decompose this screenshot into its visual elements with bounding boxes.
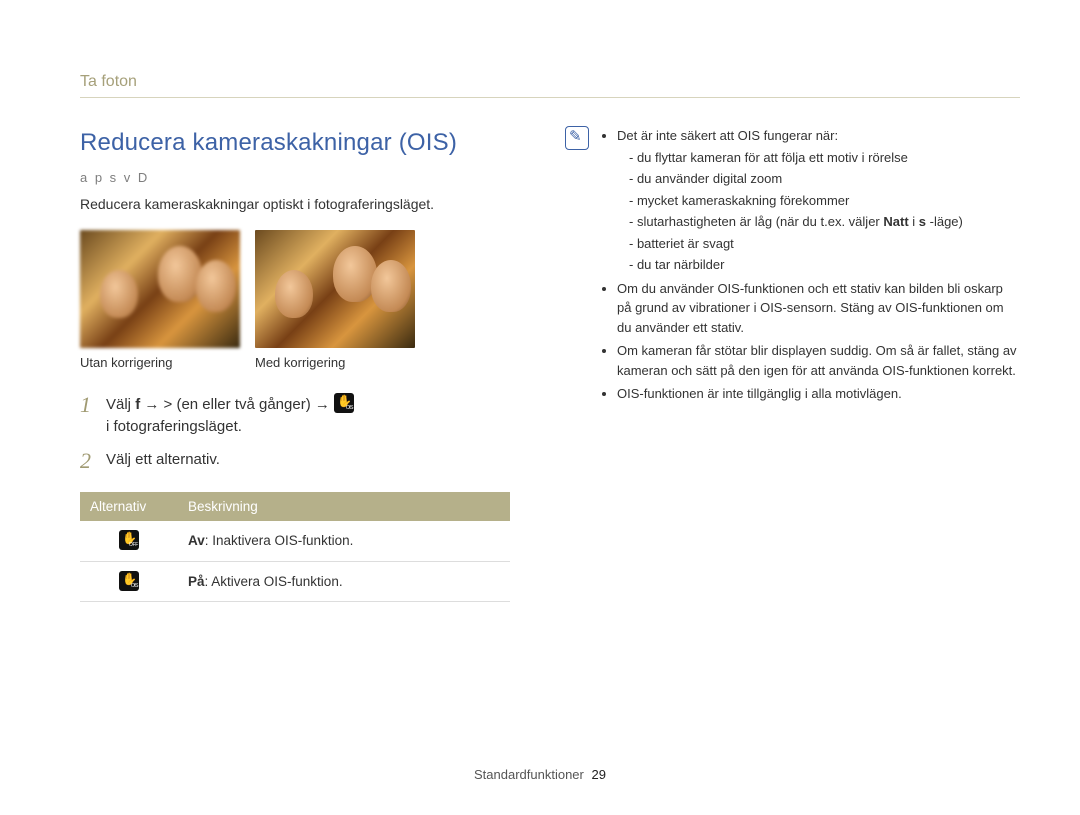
note-subitem: mycket kameraskakning förekommer [629,191,1020,211]
table-row: På: Aktivera OIS-funktion. [80,561,510,602]
note-item: Om kameran får stötar blir displayen sud… [617,341,1020,380]
example-image-with-correction [255,230,415,348]
note-subitem: du flyttar kameran för att följa ett mot… [629,148,1020,168]
table-row: Av: Inaktivera OIS-funktion. [80,521,510,561]
note-item: Om du använder OIS-funktionen och ett st… [617,279,1020,338]
note-item: OIS-funktionen är inte tillgänglig i all… [617,384,1020,404]
note-icon [565,126,589,150]
page-number: 29 [592,767,606,782]
intro-text: Reducera kameraskakningar optiskt i foto… [80,194,520,214]
example-image-without-correction [80,230,240,348]
caption-without: Utan korrigering [80,354,240,373]
note-subitem: batteriet är svagt [629,234,1020,254]
step-number-2: 2 [80,449,106,473]
ois-on-icon [119,571,139,591]
note-box: Det är inte säkert att OIS fungerar när:… [565,126,1020,408]
step-1-text: Välj f → > (en eller två gånger) → i fot… [106,393,354,438]
table-header-option: Alternativ [80,492,178,522]
mode-indicators: a p s v D [80,169,520,188]
note-subitem: du tar närbilder [629,255,1020,275]
section-title: Reducera kameraskakningar (OIS) [80,126,520,161]
note-item: Det är inte säkert att OIS fungerar när:… [617,126,1020,275]
table-header-description: Beskrivning [178,492,510,522]
step-number-1: 1 [80,393,106,438]
step-2-text: Välj ett alternativ. [106,449,220,473]
ois-off-icon [119,530,139,550]
options-table: Alternativ Beskrivning Av: Inaktivera OI… [80,492,510,603]
caption-with: Med korrigering [255,354,415,373]
breadcrumb: Ta foton [80,70,1020,98]
note-subitem: slutarhastigheten är låg (när du t.ex. v… [629,212,1020,232]
note-subitem: du använder digital zoom [629,169,1020,189]
page-footer: Standardfunktioner 29 [0,766,1080,785]
ois-icon [334,393,354,413]
